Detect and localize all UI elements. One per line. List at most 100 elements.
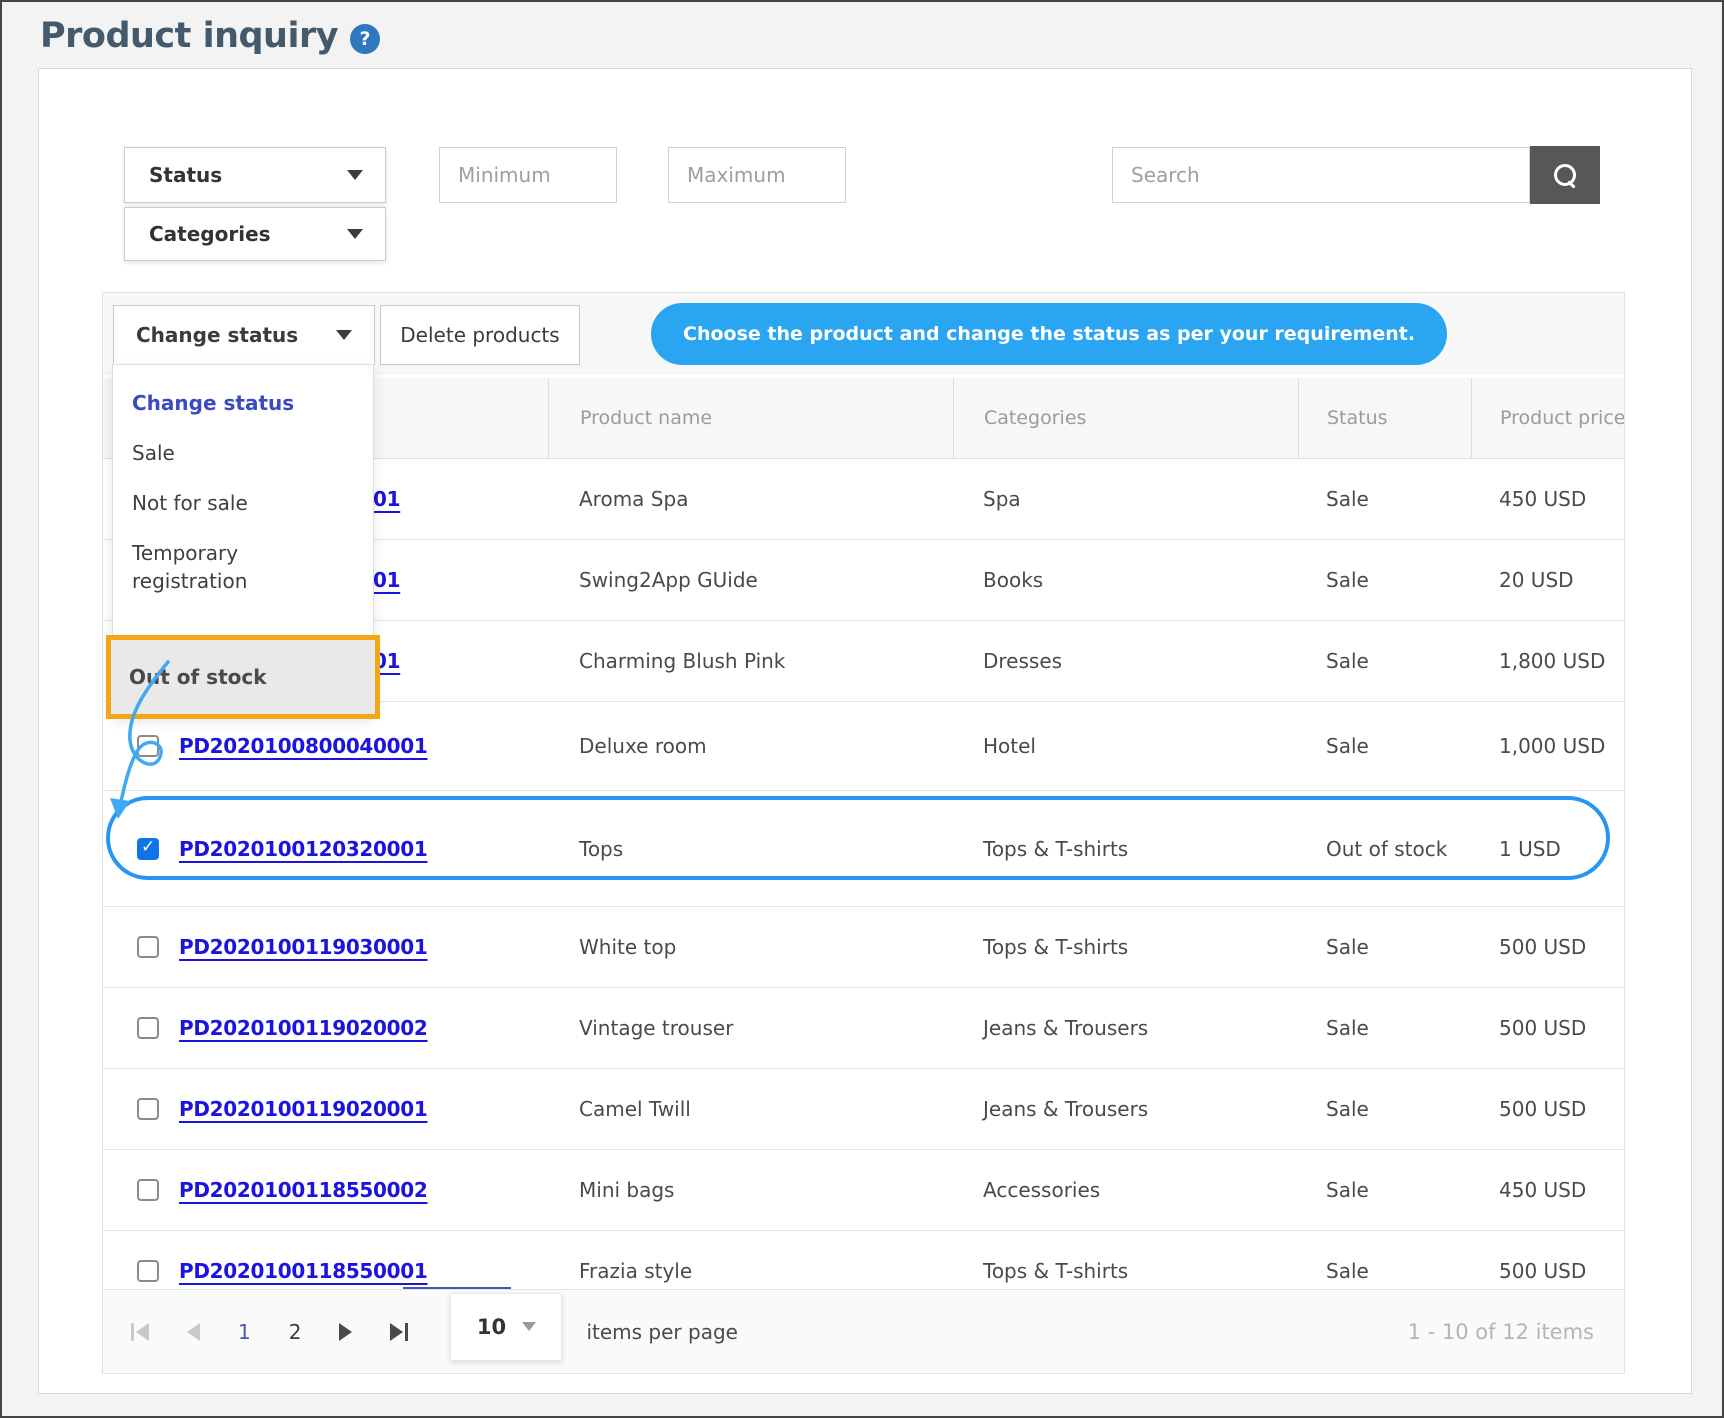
status-menu-list: Change statusSaleNot for saleTemporary r… (112, 364, 374, 606)
product-number-link[interactable]: PD2020100120320001 (179, 837, 428, 861)
status-cell: Sale (1298, 928, 1471, 966)
product-number-link[interactable]: PD2020100118550001 (179, 1259, 428, 1283)
items-per-page-label: items per page (586, 1320, 738, 1344)
column-header-categories: Categories (953, 378, 1298, 458)
row-checkbox[interactable] (137, 735, 159, 757)
product-name-cell: Charming Blush Pink (548, 649, 953, 673)
price-cell: 500 USD (1471, 935, 1625, 959)
row-checkbox[interactable] (137, 1098, 159, 1120)
product-number-link[interactable]: PD2020100118550002 (179, 1178, 428, 1202)
product-number-link[interactable]: PD2020100119030001 (179, 935, 428, 959)
change-status-dropdown-button[interactable]: Change status (113, 305, 375, 365)
product-number-cell: PD2020100118550001 (103, 1259, 548, 1283)
chevron-down-icon (336, 330, 352, 340)
price-cell: 500 USD (1471, 1259, 1625, 1283)
category-cell: Tops & T-shirts (953, 837, 1298, 861)
price-cell: 500 USD (1471, 1016, 1625, 1040)
status-cell: Sale (1298, 1252, 1471, 1290)
status-cell: Sale (1298, 561, 1471, 599)
category-cell: Tops & T-shirts (953, 1259, 1298, 1283)
last-page-button[interactable] (390, 1323, 408, 1341)
category-cell: Spa (953, 487, 1298, 511)
product-name-cell: Aroma Spa (548, 487, 953, 511)
product-name-cell: Frazia style (548, 1259, 953, 1283)
row-checkbox[interactable] (137, 936, 159, 958)
category-cell: Accessories (953, 1178, 1298, 1202)
search-button[interactable] (1530, 146, 1600, 204)
product-name-cell: Deluxe room (548, 734, 953, 758)
status-cell: Sale (1298, 1090, 1471, 1128)
prev-page-button[interactable] (187, 1323, 200, 1341)
product-number-link[interactable]: PD2020100119020002 (179, 1016, 428, 1040)
out-of-stock-highlight-box: Out of stock (106, 635, 380, 719)
product-name-cell: Camel Twill (548, 1097, 953, 1121)
product-inquiry-screen: Product inquiry ? Status Categories Chan… (0, 0, 1724, 1418)
product-name-cell: White top (548, 935, 953, 959)
table-row: PD2020100119020002 Vintage trouser Jeans… (103, 988, 1624, 1069)
instruction-tooltip: Choose the product and change the status… (651, 303, 1447, 365)
category-cell: Tops & T-shirts (953, 935, 1298, 959)
product-number-link[interactable]: PD2020100119020001 (179, 1097, 428, 1121)
product-name-cell: Mini bags (548, 1178, 953, 1202)
menu-item-not-for-sale[interactable]: Not for sale (112, 478, 374, 528)
row-checkbox[interactable] (137, 1179, 159, 1201)
maximum-price-input[interactable] (668, 147, 846, 203)
next-page-button[interactable] (339, 1323, 352, 1341)
row-checkbox[interactable] (137, 1017, 159, 1039)
chevron-down-icon (522, 1322, 536, 1331)
column-header-status: Status (1298, 378, 1471, 458)
product-number-cell: PD2020100119020002 (103, 1016, 548, 1040)
price-cell: 1,000 USD (1471, 734, 1625, 758)
column-header-product-price: Product price (1471, 378, 1625, 458)
product-number-cell: PD2020100119020001 (103, 1097, 548, 1121)
row-checkbox[interactable] (137, 1260, 159, 1282)
search-input[interactable] (1112, 147, 1530, 203)
category-cell: Dresses (953, 649, 1298, 673)
column-header-product-name: Product name (548, 378, 953, 458)
change-status-label: Change status (136, 323, 298, 347)
menu-item-out-of-stock[interactable]: Out of stock (111, 640, 375, 714)
status-cell: Out of stock (1298, 830, 1471, 868)
product-number-cell: PD2020100119030001 (103, 935, 548, 959)
category-cell: Jeans & Trousers (953, 1097, 1298, 1121)
page-size-value: 10 (477, 1315, 506, 1339)
row-checkbox[interactable] (137, 838, 159, 860)
price-cell: 450 USD (1471, 487, 1625, 511)
chevron-down-icon (347, 229, 363, 239)
price-cell: 1 USD (1471, 837, 1625, 861)
status-cell: Sale (1298, 727, 1471, 765)
menu-item-temporary-registration[interactable]: Temporary registration (112, 528, 374, 606)
page-2-button[interactable]: 2 (289, 1320, 302, 1344)
status-cell: Sale (1298, 1171, 1471, 1209)
product-name-cell: Tops (548, 837, 953, 861)
menu-item-sale[interactable]: Sale (112, 428, 374, 478)
product-number-cell: PD2020100118550002 (103, 1178, 548, 1202)
categories-filter-dropdown[interactable]: Categories (124, 207, 386, 261)
status-filter-label: Status (149, 163, 222, 187)
status-cell: Sale (1298, 1009, 1471, 1047)
page-title: Product inquiry ? (40, 16, 380, 56)
table-row: PD2020100119030001 White top Tops & T-sh… (103, 907, 1624, 988)
first-page-button[interactable] (131, 1323, 149, 1341)
product-number-link[interactable]: 01 (373, 568, 400, 592)
minimum-price-input[interactable] (439, 147, 617, 203)
category-cell: Books (953, 568, 1298, 592)
price-cell: 450 USD (1471, 1178, 1625, 1202)
chevron-down-icon (347, 170, 363, 180)
product-number-cell: PD2020100120320001 (103, 837, 548, 861)
page-size-select[interactable]: 10 (450, 1293, 562, 1361)
product-number-link[interactable]: 01 (373, 487, 400, 511)
delete-products-button[interactable]: Delete products (380, 305, 580, 365)
search-icon (1554, 164, 1576, 186)
page-1-button[interactable]: 1 (238, 1320, 251, 1344)
status-cell: Sale (1298, 480, 1471, 518)
table-row: PD2020100118550002 Mini bags Accessories… (103, 1150, 1624, 1231)
search-group (1112, 147, 1600, 204)
categories-filter-label: Categories (149, 222, 271, 246)
price-cell: 1,800 USD (1471, 649, 1625, 673)
status-cell: Sale (1298, 642, 1471, 680)
status-filter-dropdown[interactable]: Status (124, 147, 386, 203)
product-number-link[interactable]: PD2020100800040001 (179, 734, 428, 758)
menu-item-change-status[interactable]: Change status (112, 378, 374, 428)
help-icon[interactable]: ? (350, 24, 380, 54)
